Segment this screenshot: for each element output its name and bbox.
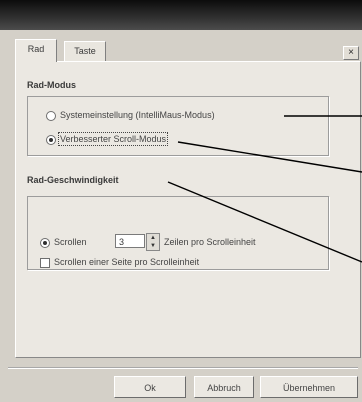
button-separator xyxy=(8,367,358,369)
cancel-button[interactable]: Abbruch xyxy=(194,376,254,398)
apply-button[interactable]: Übernehmen xyxy=(260,376,358,398)
callout-line-speed xyxy=(167,181,362,263)
ok-button[interactable]: Ok xyxy=(114,376,186,398)
callout-line-enhanced-scroll xyxy=(177,141,362,173)
tab-rad[interactable]: Rad xyxy=(15,39,57,62)
